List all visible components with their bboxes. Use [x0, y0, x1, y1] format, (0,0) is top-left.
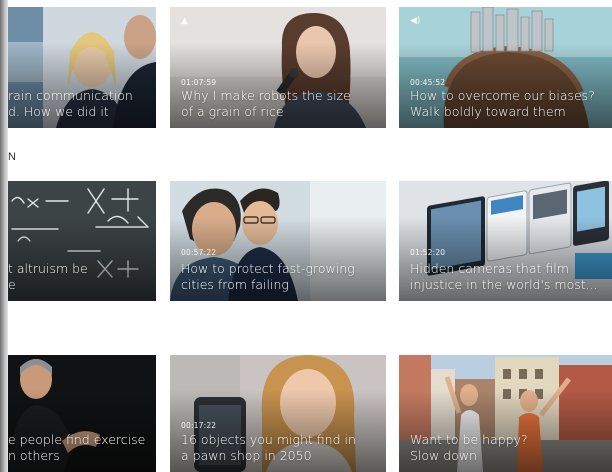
duration-label: 00:17:22	[181, 421, 217, 430]
video-title: Want to be happy? Slow down	[410, 432, 528, 463]
section-label: N	[8, 151, 16, 163]
duration-label: 01:52:20	[410, 248, 446, 257]
video-title: rain communication d. How we did it	[8, 88, 133, 119]
video-card[interactable]: t altruism be e	[8, 181, 156, 301]
duration-label: 00:45:52	[410, 78, 446, 87]
video-card[interactable]: 00:57:22 How to protect fast-growing cit…	[170, 181, 386, 301]
video-title: How to protect fast-growing cities from …	[181, 261, 355, 292]
video-card[interactable]: 00:17:22 16 objects you might find in a …	[170, 355, 386, 472]
video-title: Why I make robots the size of a grain of…	[181, 88, 351, 119]
video-title: How to overcome our biases? Walk boldly …	[410, 88, 595, 119]
video-card[interactable]: Want to be happy? Slow down	[399, 355, 612, 472]
video-card[interactable]: ▲ 01:07:59 Why I make robots the size of…	[170, 7, 386, 128]
video-title: 16 objects you might find in a pawn shop…	[181, 432, 356, 463]
image-icon: ▲	[181, 16, 188, 26]
video-card[interactable]: ◀) 00:45:52 How to overcome our biases? …	[399, 7, 612, 128]
video-title: t altruism be e	[8, 261, 88, 292]
duration-label: 01:07:59	[181, 78, 217, 87]
duration-label: 00:57:22	[181, 248, 217, 257]
video-card[interactable]: e people find exercise n others	[8, 355, 156, 472]
video-title: Hidden cameras that film injustice in th…	[410, 261, 598, 292]
video-title: e people find exercise n others	[8, 432, 146, 463]
speaker-icon: ◀)	[410, 16, 421, 26]
video-card[interactable]: rain communication d. How we did it	[8, 7, 156, 128]
video-card[interactable]: 01:52:20 Hidden cameras that film injust…	[399, 181, 612, 301]
device-bezel	[0, 0, 8, 472]
